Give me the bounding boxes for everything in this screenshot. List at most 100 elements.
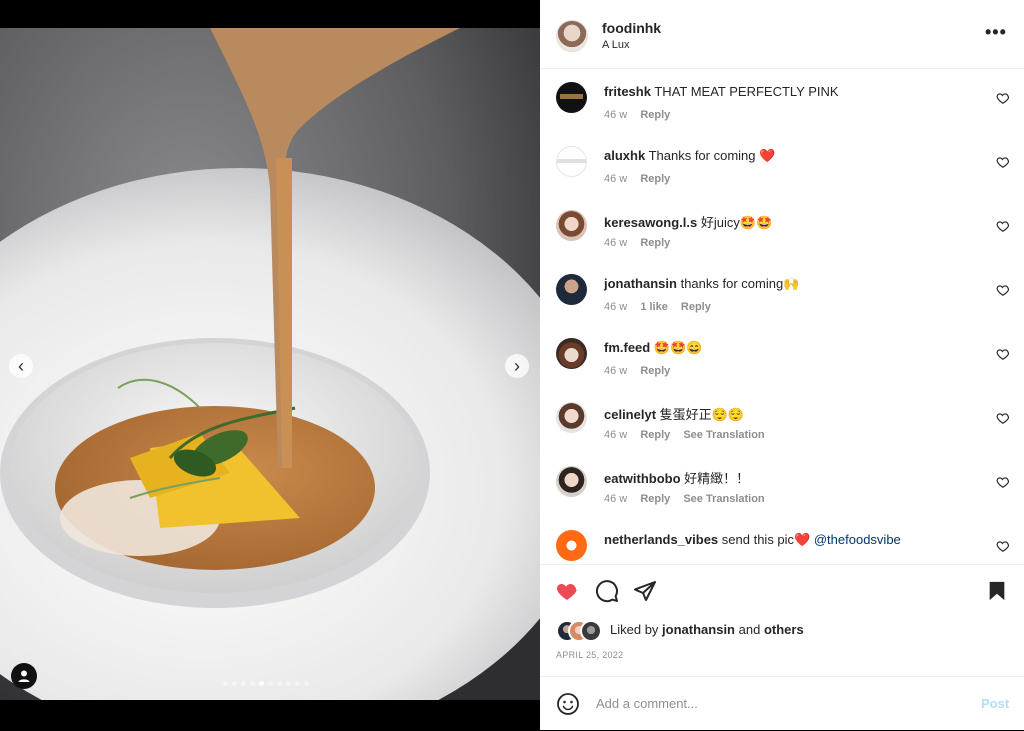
heart-icon[interactable] [996, 475, 1010, 489]
comment-text: netherlands_vibes send this pic❤️ @thefo… [604, 532, 901, 547]
more-options-icon[interactable]: ••• [985, 22, 1007, 43]
bookmark-icon[interactable] [986, 579, 1008, 603]
liked-by-others-link[interactable]: others [764, 622, 804, 637]
post-actions [540, 564, 1024, 615]
add-comment-bar: Post [540, 676, 1024, 731]
carousel-dot [286, 681, 291, 686]
owner-location[interactable]: A Lux [602, 39, 630, 51]
comment-input[interactable] [594, 695, 958, 712]
list-item: netherlands_vibes send this pic❤️ @thefo… [540, 517, 1024, 563]
comment-age: 46 w [604, 109, 628, 121]
reply-button[interactable]: Reply [640, 173, 670, 185]
list-item: eatwithbobo 好精緻！！ 46 w Reply See Transla… [540, 453, 1024, 517]
mention-link[interactable]: @thefoodsvibe [814, 532, 901, 547]
comment-username[interactable]: jonathansin [604, 276, 677, 291]
reply-button[interactable]: Reply [640, 493, 670, 505]
next-slide-button[interactable]: › [505, 354, 529, 378]
comment-text: friteshk THAT MEAT PERFECTLY PINK [604, 84, 839, 99]
liked-by-user-link[interactable]: jonathansin [662, 622, 735, 637]
avatar[interactable] [556, 82, 587, 113]
heart-icon[interactable] [996, 155, 1010, 169]
liked-by-row: Liked by jonathansin and others [556, 620, 1016, 642]
comment-text: eatwithbobo 好精緻！！ [604, 471, 750, 486]
avatar[interactable] [556, 274, 587, 305]
comment-text: celinelyt 隻蛋好正😌😌 [604, 407, 745, 422]
post-comment-button[interactable]: Post [981, 696, 1009, 711]
previous-slide-button[interactable]: ‹ [9, 354, 33, 378]
heart-icon[interactable] [996, 539, 1010, 553]
comment-username[interactable]: fm.feed [604, 340, 650, 355]
user-tag-button[interactable] [11, 663, 37, 689]
comment-username[interactable]: celinelyt [604, 407, 656, 422]
carousel-dot [277, 681, 282, 686]
food-photo-illustration [0, 28, 540, 700]
emoji-icon[interactable] [556, 692, 580, 716]
reply-button[interactable]: Reply [640, 365, 670, 377]
paper-plane-icon[interactable] [632, 579, 658, 603]
comment-username[interactable]: netherlands_vibes [604, 532, 718, 547]
carousel-dot [268, 681, 273, 686]
comment-meta: 46 w Reply [604, 365, 680, 377]
comment-icon[interactable] [594, 579, 620, 603]
list-item: keresawong.l.s 好juicy🤩🤩 46 w Reply [540, 197, 1024, 261]
comment-likes[interactable]: 1 like [640, 301, 668, 313]
carousel-dot-active [259, 681, 264, 686]
avatar[interactable] [556, 466, 587, 497]
heart-icon[interactable] [996, 219, 1010, 233]
post-header: foodinhk A Lux ••• [540, 0, 1024, 69]
comment-username[interactable]: eatwithbobo [604, 471, 681, 486]
carousel-dot [304, 681, 309, 686]
heart-icon[interactable] [996, 411, 1010, 425]
heart-icon[interactable] [996, 91, 1010, 105]
carousel-indicator [223, 681, 309, 686]
avatar[interactable] [556, 338, 587, 369]
comment-username[interactable]: keresawong.l.s [604, 215, 697, 230]
comment-text: jonathansin thanks for coming🙌 [604, 276, 800, 291]
comment-age: 46 w [604, 237, 628, 249]
avatar[interactable] [556, 210, 587, 241]
comment-text: fm.feed 🤩🤩😄 [604, 340, 703, 355]
reply-button[interactable]: Reply [640, 237, 670, 249]
post-media: ‹ › [0, 0, 540, 730]
list-item: friteshk THAT MEAT PERFECTLY PINK 46 w R… [540, 69, 1024, 133]
avatar[interactable] [556, 146, 587, 177]
heart-icon[interactable] [996, 347, 1010, 361]
see-translation-link[interactable]: See Translation [683, 493, 764, 505]
carousel-dot [223, 681, 228, 686]
comment-text: aluxhk Thanks for coming ❤️ [604, 148, 776, 163]
owner-avatar[interactable] [556, 20, 588, 52]
comment-username[interactable]: friteshk [604, 84, 651, 99]
carousel-dot [241, 681, 246, 686]
post-date[interactable]: APRIL 25, 2022 [556, 650, 623, 660]
reply-button[interactable]: Reply [681, 301, 711, 313]
user-tag-icon [18, 670, 30, 682]
chevron-left-icon: ‹ [18, 356, 24, 376]
list-item: fm.feed 🤩🤩😄 46 w Reply [540, 325, 1024, 389]
comment-meta: 46 w 1 like Reply [604, 301, 721, 313]
comment-age: 46 w [604, 365, 628, 377]
reply-button[interactable]: Reply [640, 429, 670, 441]
list-item: jonathansin thanks for coming🙌 46 w 1 li… [540, 261, 1024, 325]
comment-text: keresawong.l.s 好juicy🤩🤩 [604, 215, 773, 230]
avatar[interactable] [556, 402, 587, 433]
comment-meta: 46 w Reply See Translation [604, 493, 775, 505]
heart-icon[interactable] [996, 283, 1010, 297]
avatar[interactable] [556, 530, 587, 561]
comment-age: 46 w [604, 429, 628, 441]
post-photo[interactable] [0, 28, 540, 700]
carousel-dot [250, 681, 255, 686]
see-translation-link[interactable]: See Translation [683, 429, 764, 441]
post-sidebar: foodinhk A Lux ••• friteshk THAT MEAT PE… [540, 0, 1024, 730]
comment-meta: 46 w Reply See Translation [604, 429, 775, 441]
comments-list[interactable]: friteshk THAT MEAT PERFECTLY PINK 46 w R… [540, 69, 1024, 563]
heart-icon[interactable] [554, 579, 580, 603]
comment-username[interactable]: aluxhk [604, 148, 645, 163]
owner-username[interactable]: foodinhk [602, 20, 661, 36]
comment-age: 46 w [604, 173, 628, 185]
carousel-dot [232, 681, 237, 686]
comment-meta: 46 w Reply [604, 237, 680, 249]
avatar[interactable] [580, 620, 602, 642]
reply-button[interactable]: Reply [640, 109, 670, 121]
comment-age: 46 w [604, 301, 628, 313]
chevron-right-icon: › [514, 356, 520, 376]
